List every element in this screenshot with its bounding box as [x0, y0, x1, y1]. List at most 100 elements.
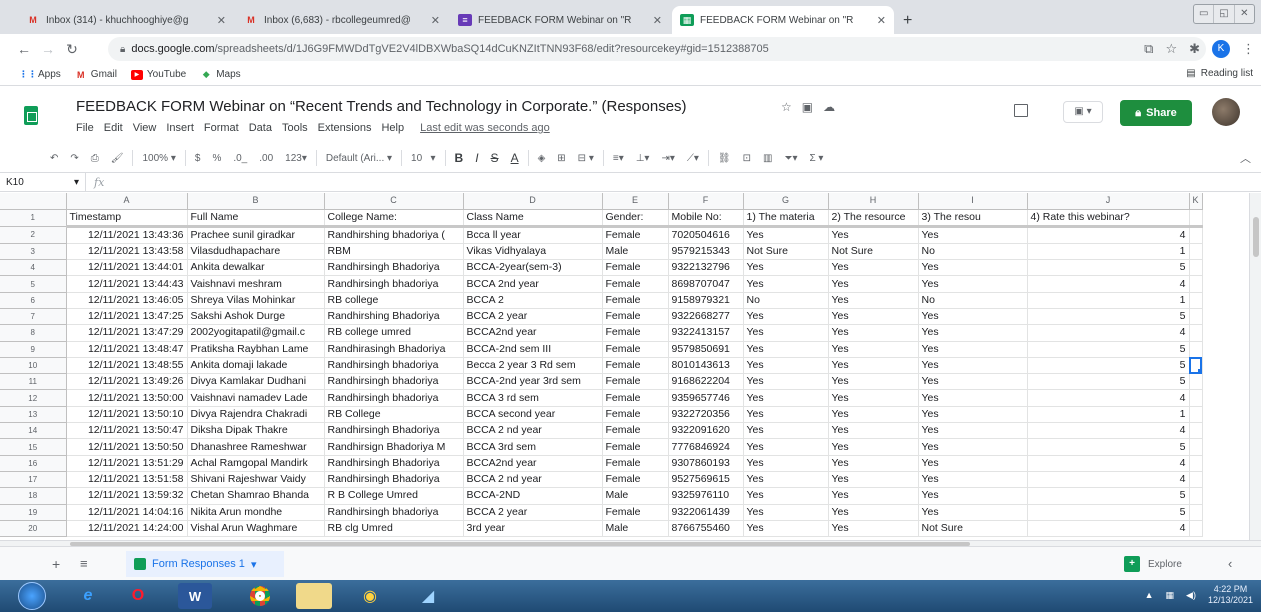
share-button[interactable]: 🔒︎ Share — [1120, 100, 1192, 126]
header-cell[interactable]: 2) The resource — [828, 209, 919, 228]
cell[interactable]: Sakshi Ashok Durge — [187, 308, 325, 326]
row-header[interactable]: 15 — [0, 438, 67, 456]
star-icon[interactable]: ☆ — [781, 100, 792, 114]
cell[interactable]: 7020504616 — [668, 226, 744, 244]
row-header[interactable]: 5 — [0, 275, 67, 293]
cell[interactable]: 8010143613 — [668, 357, 744, 375]
header-cell[interactable]: College Name: — [324, 209, 464, 228]
cell[interactable]: Vaishnavi meshram — [187, 275, 325, 293]
cell[interactable]: 4 — [1027, 324, 1190, 342]
menu-data[interactable]: Data — [249, 122, 272, 134]
cell[interactable]: 5 — [1027, 438, 1190, 456]
cell[interactable]: Yes — [743, 471, 829, 489]
close-icon[interactable]: ✕ — [877, 14, 886, 27]
extensions-icon[interactable]: ✱ — [1189, 41, 1200, 57]
cell[interactable]: 12/11/2021 13:51:29 — [66, 455, 188, 472]
cell[interactable]: Yes — [828, 308, 919, 326]
browser-tab-sheets-active[interactable]: ▦ FEEDBACK FORM Webinar on "R ✕ — [672, 6, 894, 34]
bookmark-youtube[interactable]: ▶ YouTube — [130, 69, 186, 80]
column-header-d[interactable]: D — [463, 193, 603, 210]
cell[interactable]: Yes — [743, 438, 829, 456]
cell[interactable]: Yes — [828, 438, 919, 456]
cell[interactable]: Male — [602, 243, 669, 261]
cell[interactable]: BCCA 2 year — [463, 504, 603, 521]
star-icon[interactable]: ☆ — [1165, 41, 1177, 57]
cell[interactable]: Female — [602, 259, 669, 277]
show-hidden-icon[interactable]: ▲ — [1145, 590, 1154, 600]
cell[interactable]: 7776846924 — [668, 438, 744, 456]
close-icon[interactable]: ✕ — [217, 14, 226, 27]
row-header[interactable]: 6 — [0, 292, 67, 309]
cloud-status-icon[interactable]: ☁ — [823, 100, 835, 114]
insert-chart-icon[interactable]: ▥ — [757, 148, 778, 168]
cell[interactable]: BCCA-2year(sem-3) — [463, 259, 603, 277]
header-cell[interactable]: 1) The materia — [743, 209, 829, 228]
cell[interactable]: Yes — [918, 324, 1028, 342]
header-cell[interactable] — [1189, 209, 1203, 228]
cell[interactable]: 9322132796 — [668, 259, 744, 277]
cell[interactable]: Yes — [828, 226, 919, 244]
media-icon[interactable]: ◉ — [346, 583, 394, 609]
cell[interactable]: Female — [602, 438, 669, 456]
user-avatar[interactable] — [1212, 98, 1240, 126]
cell[interactable]: 9307860193 — [668, 455, 744, 472]
row-header[interactable]: 14 — [0, 422, 67, 440]
cell[interactable]: No — [918, 243, 1028, 261]
cell[interactable]: Randhirsingh bhadoriya — [324, 357, 464, 375]
row-header[interactable]: 13 — [0, 406, 67, 424]
cell[interactable]: BCCA 2 — [463, 292, 603, 309]
cell[interactable]: Yes — [743, 275, 829, 293]
menu-insert[interactable]: Insert — [166, 122, 194, 134]
back-arrow-icon[interactable]: ← — [12, 41, 36, 57]
clock[interactable]: 4:22 PM 12/13/2021 — [1208, 584, 1253, 606]
cell[interactable]: Female — [602, 226, 669, 244]
cell[interactable]: 9527569615 — [668, 471, 744, 489]
cell[interactable]: Vishal Arun Waghmare — [187, 520, 325, 538]
close-icon[interactable]: ✕ — [431, 14, 440, 27]
cell[interactable]: Diksha Dipak Thakre — [187, 422, 325, 440]
cell[interactable]: Yes — [918, 406, 1028, 424]
cell[interactable]: Yes — [918, 226, 1028, 244]
currency-format-button[interactable]: $ — [189, 148, 207, 168]
cell[interactable]: Achal Ramgopal Mandirk — [187, 455, 325, 472]
merge-cells-icon[interactable]: ⊟ ▾ — [572, 148, 600, 168]
minimize-button[interactable]: ▭ — [1194, 5, 1215, 23]
cell[interactable]: Prachee sunil giradkar — [187, 226, 325, 244]
cell[interactable]: Divya Kamlakar Dudhani — [187, 373, 325, 391]
cell[interactable]: 1 — [1027, 292, 1190, 309]
column-header-e[interactable]: E — [602, 193, 669, 210]
start-button[interactable] — [18, 582, 46, 610]
document-title[interactable]: FEEDBACK FORM Webinar on “Recent Trends … — [76, 98, 687, 115]
cell[interactable]: 12/11/2021 13:51:58 — [66, 471, 188, 489]
cell[interactable]: Yes — [828, 504, 919, 521]
maximize-button[interactable]: ◱ — [1214, 5, 1235, 23]
cell[interactable]: Yes — [828, 520, 919, 538]
cell[interactable]: Divya Rajendra Chakradi — [187, 406, 325, 424]
cell[interactable]: Randhirsingh bhadoriya — [324, 373, 464, 391]
row-header[interactable]: 7 — [0, 308, 67, 326]
cell[interactable]: BCCA-2nd year 3rd sem — [463, 373, 603, 391]
name-box[interactable]: K10 ▾ — [0, 173, 86, 191]
cell[interactable]: 8698707047 — [668, 275, 744, 293]
cell[interactable]: Yes — [828, 406, 919, 424]
cell[interactable]: 4 — [1027, 226, 1190, 244]
print-icon[interactable]: ⎙ — [85, 148, 105, 168]
cell[interactable] — [1189, 520, 1203, 538]
close-window-button[interactable]: ✕ — [1235, 5, 1254, 23]
cell[interactable]: 4 — [1027, 455, 1190, 472]
forward-arrow-icon[interactable]: → — [36, 41, 60, 57]
chevron-up-icon[interactable]: ︿ — [1240, 150, 1251, 166]
cell[interactable]: Randhirsingh Bhadoriya — [324, 422, 464, 440]
sheet-tab-form-responses[interactable]: Form Responses 1 ▾ — [126, 551, 284, 577]
last-edit-status[interactable]: Last edit was seconds ago — [420, 122, 550, 134]
cell[interactable]: Female — [602, 275, 669, 293]
row-header[interactable]: 16 — [0, 455, 67, 472]
row-header[interactable]: 19 — [0, 504, 67, 521]
cell[interactable]: 5 — [1027, 259, 1190, 277]
cell[interactable]: 9322413157 — [668, 324, 744, 342]
cell[interactable]: Randhirsign Bhadoriya M — [324, 438, 464, 456]
cell[interactable]: 9322720356 — [668, 406, 744, 424]
cell[interactable]: Yes — [828, 373, 919, 391]
cell[interactable]: 1 — [1027, 406, 1190, 424]
cell[interactable] — [1189, 275, 1203, 293]
